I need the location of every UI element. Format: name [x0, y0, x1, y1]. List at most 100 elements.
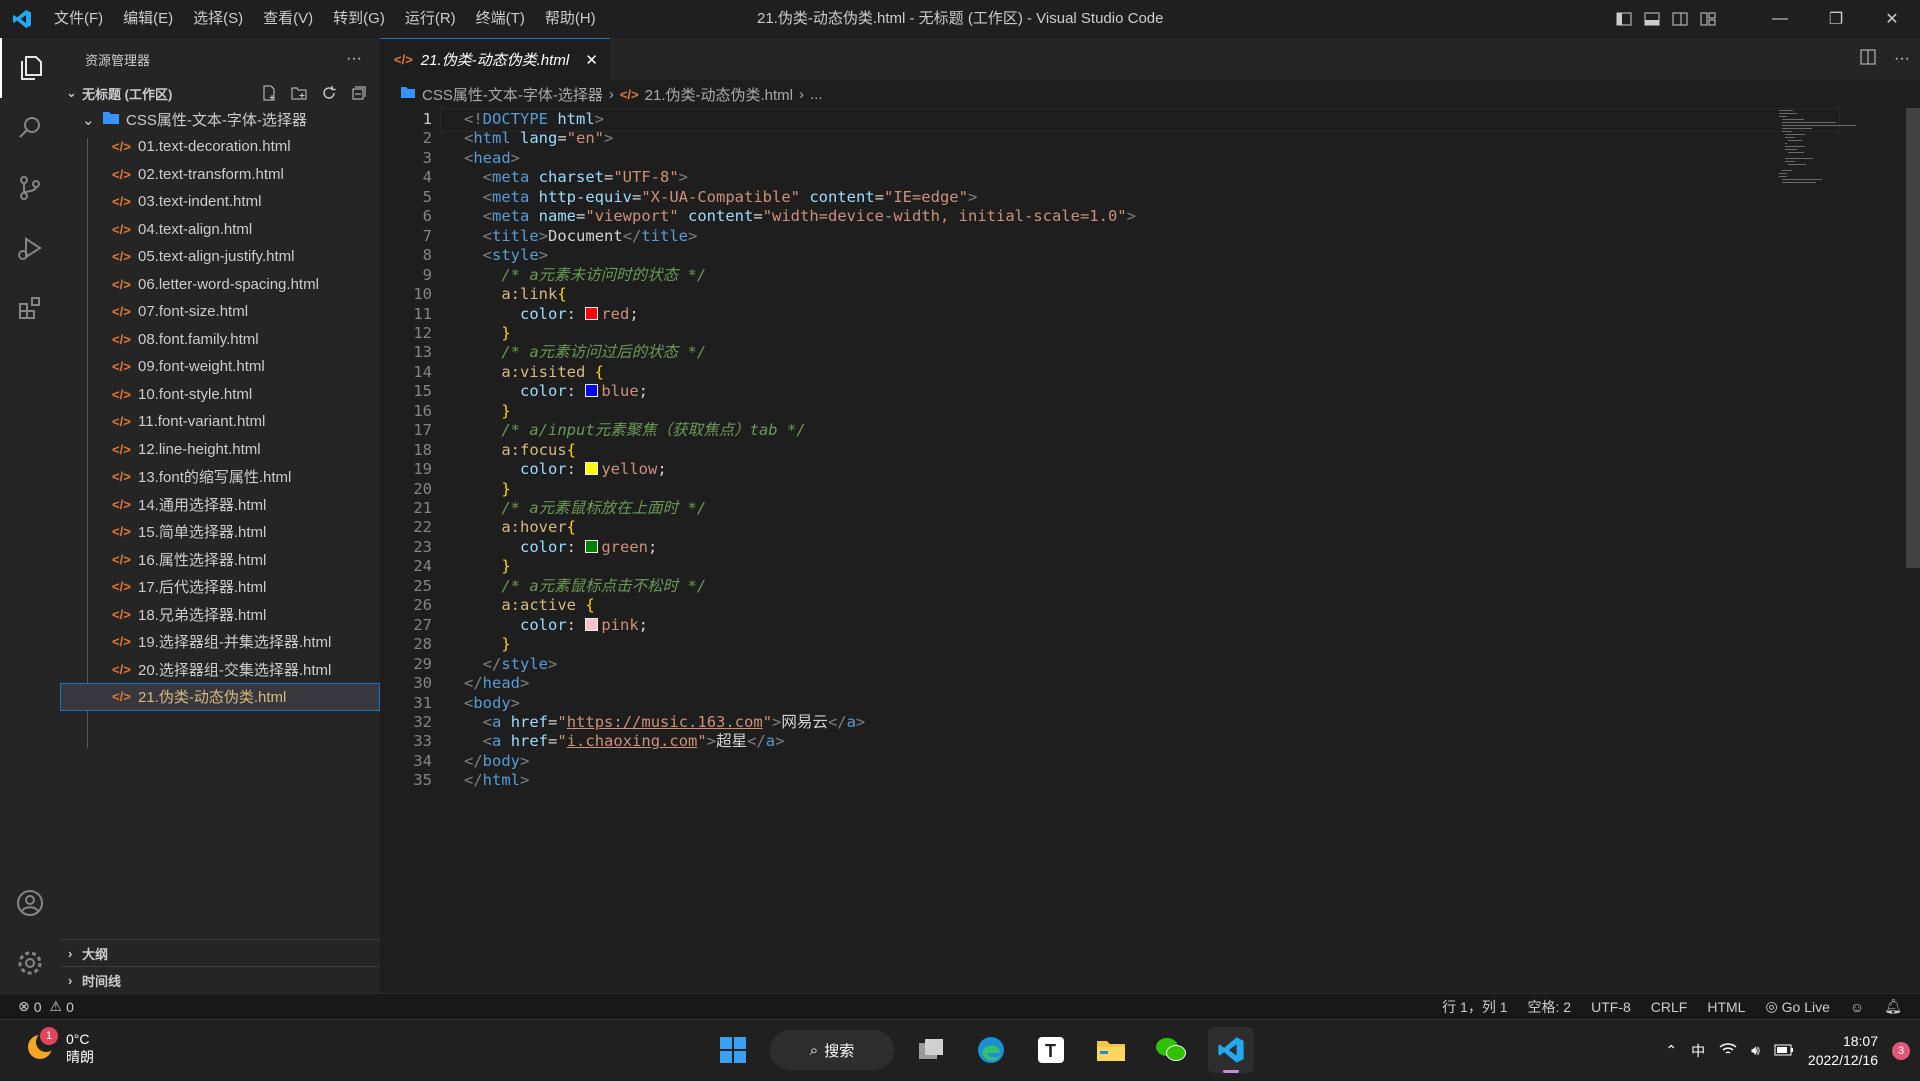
- file-item[interactable]: </> 07.font-size.html: [60, 298, 380, 326]
- new-folder-icon[interactable]: [288, 82, 310, 104]
- more-actions-button[interactable]: ···: [346, 50, 362, 68]
- menu-edit[interactable]: 编辑(E): [113, 0, 183, 38]
- go-live-button[interactable]: ◎ Go Live: [1765, 998, 1829, 1015]
- file-item[interactable]: </> 01.text-decoration.html: [60, 133, 380, 161]
- code-token: >: [706, 732, 717, 751]
- file-item[interactable]: </> 19.选择器组-并集选择器.html: [60, 628, 380, 656]
- notification-count-badge[interactable]: 3: [1892, 1041, 1910, 1060]
- code-editor[interactable]: 1 <!DOCTYPE html> 2 <html lang="en"> 3 <head>…: [380, 108, 1920, 993]
- folder-css-selectors[interactable]: ⌄ CSS属性-文本-字体-选择器: [60, 106, 380, 133]
- file-item[interactable]: </> 14.通用选择器.html: [60, 491, 380, 519]
- minimize-button[interactable]: —: [1752, 0, 1808, 38]
- file-item[interactable]: </> 04.text-align.html: [60, 216, 380, 244]
- extensions-icon[interactable]: [0, 278, 60, 338]
- code-token: title: [641, 226, 689, 245]
- file-item[interactable]: </> 05.text-align-justify.html: [60, 243, 380, 271]
- battery-icon[interactable]: [1774, 1043, 1794, 1059]
- workspace-header[interactable]: ⌄ 无标题 (工作区): [60, 80, 380, 106]
- encoding[interactable]: UTF-8: [1591, 999, 1631, 1015]
- problems-status[interactable]: ⊗ 0 ⚠ 0: [0, 998, 74, 1015]
- timeline-section[interactable]: › 时间线: [60, 966, 380, 993]
- outline-section[interactable]: › 大纲: [60, 939, 380, 966]
- cursor-position[interactable]: 行 1，列 1: [1442, 997, 1507, 1017]
- breadcrumb-more[interactable]: ...: [810, 86, 823, 103]
- file-item[interactable]: </> 15.简单选择器.html: [60, 518, 380, 546]
- file-item[interactable]: </> 20.选择器组-交集选择器.html: [60, 656, 380, 684]
- code-token: green: [601, 537, 649, 556]
- toggle-secondary-sidebar-icon[interactable]: [1666, 0, 1694, 38]
- file-item[interactable]: </> 10.font-style.html: [60, 381, 380, 409]
- run-debug-icon[interactable]: [0, 218, 60, 278]
- menu-terminal[interactable]: 终端(T): [466, 0, 535, 38]
- feedback-icon[interactable]: ☺: [1850, 999, 1864, 1015]
- file-item[interactable]: </> 12.line-height.html: [60, 436, 380, 464]
- edge-browser-icon[interactable]: [968, 1027, 1014, 1073]
- breadcrumb-folder[interactable]: CSS属性-文本-字体-选择器: [422, 84, 603, 105]
- toggle-panel-icon[interactable]: [1638, 0, 1666, 38]
- file-item[interactable]: </> 11.font-variant.html: [60, 408, 380, 436]
- notifications-bell-icon[interactable]: 🔔︎: [1884, 998, 1902, 1015]
- toggle-sidebar-icon[interactable]: [1610, 0, 1638, 38]
- typora-app-icon[interactable]: T: [1028, 1027, 1074, 1073]
- wechat-icon[interactable]: [1148, 1027, 1194, 1073]
- explorer-icon[interactable]: [0, 38, 60, 98]
- file-item[interactable]: </> 09.font-weight.html: [60, 353, 380, 381]
- language-mode[interactable]: HTML: [1707, 999, 1745, 1015]
- menu-run[interactable]: 运行(R): [395, 0, 466, 38]
- menu-go[interactable]: 转到(G): [323, 0, 395, 38]
- file-item[interactable]: </> 02.text-transform.html: [60, 161, 380, 189]
- menu-file[interactable]: 文件(F): [44, 0, 113, 38]
- file-item[interactable]: </> 08.font.family.html: [60, 326, 380, 354]
- minimap[interactable]: [1775, 108, 1885, 188]
- end-of-line[interactable]: CRLF: [1651, 999, 1688, 1015]
- color-swatch[interactable]: [585, 306, 599, 320]
- color-swatch[interactable]: [585, 617, 599, 631]
- close-window-button[interactable]: ✕: [1864, 0, 1920, 38]
- vscode-taskbar-icon[interactable]: [1208, 1027, 1254, 1073]
- show-hidden-icons-chevron-up-icon[interactable]: ⌃: [1665, 1042, 1677, 1059]
- start-button[interactable]: [710, 1027, 756, 1073]
- tab-active-file[interactable]: </> 21.伪类-动态伪类.html ✕: [380, 38, 610, 80]
- file-explorer-icon[interactable]: [1088, 1027, 1134, 1073]
- split-editor-icon[interactable]: [1860, 49, 1876, 70]
- indentation[interactable]: 空格: 2: [1528, 997, 1572, 1017]
- menu-help[interactable]: 帮助(H): [535, 0, 606, 38]
- menu-view[interactable]: 查看(V): [253, 0, 323, 38]
- weather-widget[interactable]: 1 0°C 晴朗: [24, 1026, 94, 1066]
- file-item[interactable]: </> 06.letter-word-spacing.html: [60, 271, 380, 299]
- file-item[interactable]: </> 21.伪类-动态伪类.html: [60, 683, 380, 711]
- source-control-icon[interactable]: [0, 158, 60, 218]
- settings-gear-icon[interactable]: [0, 933, 60, 993]
- file-item[interactable]: </> 03.text-indent.html: [60, 188, 380, 216]
- new-file-icon[interactable]: [258, 82, 280, 104]
- color-swatch[interactable]: [585, 384, 599, 398]
- code-token: =: [576, 207, 586, 226]
- ime-indicator[interactable]: 中: [1691, 1041, 1705, 1061]
- chevron-right-icon: ›: [68, 972, 73, 988]
- breadcrumb-file[interactable]: 21.伪类-动态伪类.html: [645, 84, 793, 105]
- file-item[interactable]: </> 13.font的缩写属性.html: [60, 463, 380, 491]
- windows-taskbar: 1 0°C 晴朗 ⌕ 搜索 T ⌃ 中 🔊︎ 18:07 2022/12/16 3: [0, 1019, 1920, 1080]
- file-item[interactable]: </> 16.属性选择器.html: [60, 546, 380, 574]
- color-swatch[interactable]: [585, 539, 599, 553]
- editor-scrollbar[interactable]: [1906, 108, 1920, 568]
- menu-selection[interactable]: 选择(S): [183, 0, 253, 38]
- account-icon[interactable]: [0, 873, 60, 933]
- refresh-icon[interactable]: [318, 82, 340, 104]
- task-view-icon[interactable]: [908, 1027, 954, 1073]
- file-item[interactable]: </> 18.兄弟选择器.html: [60, 601, 380, 629]
- volume-icon[interactable]: 🔊︎: [1751, 1042, 1760, 1059]
- restore-button[interactable]: ❐: [1808, 0, 1864, 38]
- taskbar-search[interactable]: ⌕ 搜索: [770, 1030, 894, 1070]
- file-item[interactable]: </> 17.后代选择器.html: [60, 573, 380, 601]
- editor-more-actions-button[interactable]: ···: [1894, 50, 1910, 68]
- color-swatch[interactable]: [585, 462, 599, 476]
- wifi-icon[interactable]: [1719, 1042, 1737, 1059]
- search-icon[interactable]: [0, 98, 60, 158]
- close-tab-icon[interactable]: ✕: [585, 51, 598, 69]
- collapse-all-icon[interactable]: [348, 82, 370, 104]
- clock[interactable]: 18:07 2022/12/16: [1808, 1032, 1878, 1070]
- customize-layout-icon[interactable]: [1694, 0, 1722, 38]
- warning-icon: ⚠: [49, 998, 63, 1014]
